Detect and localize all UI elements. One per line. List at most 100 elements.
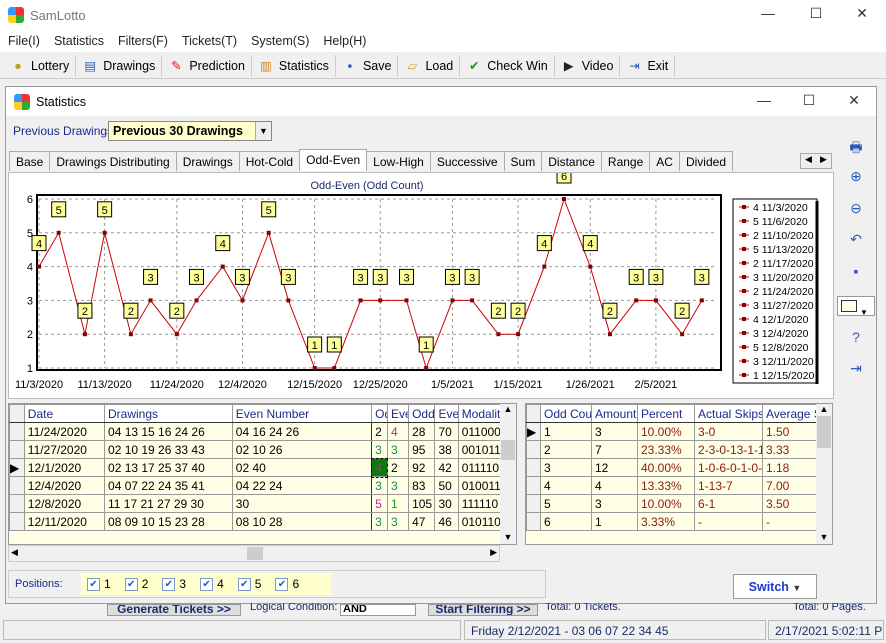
table-row[interactable]: 4 4 13.33% 1-13-7 7.00 — [526, 476, 818, 495]
column-header[interactable]: Odd I — [371, 404, 388, 423]
position-checkbox-3[interactable]: ✔ 3 — [154, 577, 186, 591]
window-close-button[interactable]: ✕ — [844, 92, 864, 112]
table-row[interactable]: 5 3 10.00% 6-1 3.50 — [526, 494, 818, 513]
row-selector[interactable] — [9, 494, 25, 513]
odd-count-grid-vscrollbar[interactable]: ▲ ▼ — [816, 404, 832, 544]
zoom-out-icon[interactable]: ⊖ — [846, 200, 866, 220]
toolbar-statistics-button[interactable]: ▥ Statistics — [252, 54, 336, 77]
window-maximize-button[interactable]: ☐ — [799, 92, 819, 112]
tab-ac[interactable]: AC — [649, 151, 680, 171]
position-checkbox-1[interactable]: ✔ 1 — [83, 577, 111, 591]
column-header[interactable]: Percent — [637, 404, 695, 423]
tab-base[interactable]: Base — [9, 151, 51, 171]
tab-low-high[interactable]: Low-High — [366, 151, 431, 171]
close-button[interactable]: ✕ — [852, 5, 872, 25]
tab-hot-cold[interactable]: Hot-Cold — [238, 151, 301, 171]
table-row[interactable]: 6 1 3.33% - - — [526, 512, 818, 531]
minimize-button[interactable]: — — [758, 5, 778, 25]
row-selector[interactable] — [526, 494, 541, 513]
undo-icon[interactable]: ↶ — [846, 231, 866, 251]
row-selector[interactable] — [9, 422, 25, 441]
table-row[interactable]: 2 7 23.33% 2-3-0-13-1-1 3.33 — [526, 440, 818, 459]
menu-item[interactable]: Help(H) — [315, 30, 372, 48]
save-icon[interactable]: ▪ — [846, 263, 866, 283]
tab-scroll-left-button[interactable]: ◀ — [801, 154, 816, 168]
toolbar-lottery-button[interactable]: ● Lottery — [4, 54, 77, 77]
position-checkbox-2[interactable]: ✔ 2 — [117, 577, 148, 591]
toolbar-save-button[interactable]: ▪ Save — [336, 54, 399, 77]
row-selector[interactable] — [9, 512, 25, 531]
row-selector[interactable] — [526, 512, 541, 531]
tab-drawings-distributing[interactable]: Drawings Distributing — [49, 151, 177, 171]
column-header[interactable]: Average S — [762, 404, 818, 423]
toolbar-load-button[interactable]: ▱ Load — [398, 54, 461, 77]
data-label: 2 — [174, 306, 180, 318]
print-icon[interactable]: 🖶 — [846, 137, 866, 157]
row-selector[interactable] — [9, 476, 25, 495]
menu-item[interactable]: File(I) — [0, 30, 46, 48]
column-header[interactable]: Odd Cou — [540, 404, 592, 423]
toolbar-check-win-button[interactable]: ✔ Check Win — [460, 54, 555, 77]
start-filtering-button[interactable]: Start Filtering >> — [428, 604, 538, 616]
tab-drawings[interactable]: Drawings — [175, 151, 240, 171]
table-row[interactable]: 12/11/2020 08 09 10 15 23 28 08 10 28 3 3 47 4… — [9, 512, 502, 531]
row-selector[interactable] — [9, 440, 25, 459]
menu-item[interactable]: Filters(F) — [110, 30, 174, 48]
row-selector[interactable]: ▶ — [526, 422, 541, 441]
column-header[interactable]: Odd S — [408, 404, 436, 423]
row-selector[interactable]: ▶ — [9, 458, 25, 477]
table-row[interactable]: ▶ 12/1/2020 02 13 17 25 37 40 02 40 4 2 92 42 01… — [9, 457, 502, 478]
menu-item[interactable]: System(S) — [243, 30, 315, 48]
maximize-button[interactable]: ☐ — [806, 5, 826, 25]
column-header[interactable]: Actual Skips — [694, 404, 763, 423]
column-header[interactable]: Even — [386, 404, 410, 423]
position-checkbox-5[interactable]: ✔ 5 — [230, 577, 261, 591]
row-selector[interactable] — [526, 476, 541, 495]
color-picker[interactable]: ▼ — [837, 296, 875, 317]
previous-drawings-label: Previous Drawings: — [13, 124, 117, 138]
menu-item[interactable]: Tickets(T) — [174, 30, 243, 48]
toolbar-exit-button[interactable]: ⇥ Exit — [620, 54, 676, 77]
row-selector[interactable] — [526, 440, 541, 459]
scroll-thumb[interactable] — [501, 440, 515, 460]
drawings-grid-vscrollbar[interactable]: ▲ ▼ — [500, 404, 516, 544]
tab-range[interactable]: Range — [600, 151, 651, 171]
window-minimize-button[interactable]: — — [754, 92, 774, 112]
scroll-thumb[interactable] — [817, 416, 831, 448]
table-row[interactable]: 12/4/2020 04 07 22 24 35 41 04 22 24 3 3 83 50… — [9, 476, 502, 495]
toolbar-drawings-button[interactable]: ▤ Drawings — [76, 54, 163, 77]
column-header[interactable]: Even — [434, 404, 459, 423]
generate-tickets-button[interactable]: Generate Tickets >> — [107, 604, 241, 616]
zoom-in-icon[interactable]: ⊕ — [846, 168, 866, 188]
column-header[interactable]: Even Number — [231, 404, 373, 423]
drawings-grid-hscrollbar[interactable]: ◀ ▶ — [8, 545, 500, 562]
tab-successive[interactable]: Successive — [429, 151, 505, 171]
column-header[interactable]: Amount — [591, 404, 638, 423]
table-row[interactable]: 11/27/2020 02 10 19 26 33 43 02 10 26 3 3 95 3… — [9, 440, 502, 459]
exit-icon[interactable]: ⇥ — [846, 360, 866, 380]
switch-button[interactable]: Switch ▼ — [733, 574, 817, 599]
tab-scroll-right-button[interactable]: ▶ — [816, 154, 831, 168]
position-checkbox-6[interactable]: ✔ 6 — [267, 577, 299, 591]
column-header[interactable]: Date — [23, 404, 106, 423]
toolbar-prediction-button[interactable]: ✎ Prediction — [162, 54, 252, 77]
hscroll-thumb[interactable] — [247, 547, 263, 560]
row-selector[interactable] — [526, 458, 541, 477]
table-row[interactable]: 12/8/2020 11 17 21 27 29 30 30 5 1 105 30 11111… — [9, 494, 502, 513]
help-icon[interactable]: ? — [846, 329, 866, 349]
logical-condition-select[interactable]: AND — [340, 604, 416, 616]
table-row[interactable]: 31240.00%1-0-6-0-1-0-0-21.18 — [526, 458, 818, 477]
tab-divided[interactable]: Divided — [678, 151, 733, 171]
tab-distance[interactable]: Distance — [541, 151, 602, 171]
table-row[interactable]: ▶ 1 3 10.00% 3-0 1.50 — [526, 422, 818, 441]
position-checkbox-4[interactable]: ✔ 4 — [192, 577, 224, 591]
tab-odd-even[interactable]: Odd-Even — [299, 149, 368, 171]
toolbar-video-button[interactable]: ▶ Video — [555, 54, 621, 77]
column-header[interactable]: Modalit — [457, 404, 502, 423]
column-header[interactable]: Drawings — [104, 404, 233, 423]
table-row[interactable]: 11/24/2020 04 13 15 16 24 26 04 16 24 26 2 4… — [9, 422, 502, 441]
tab-sum[interactable]: Sum — [503, 151, 543, 171]
table-cell: 30 — [231, 494, 373, 513]
previous-drawings-select[interactable]: Previous 30 Drawings ▼ — [108, 121, 272, 141]
menu-item[interactable]: Statistics — [46, 30, 110, 48]
